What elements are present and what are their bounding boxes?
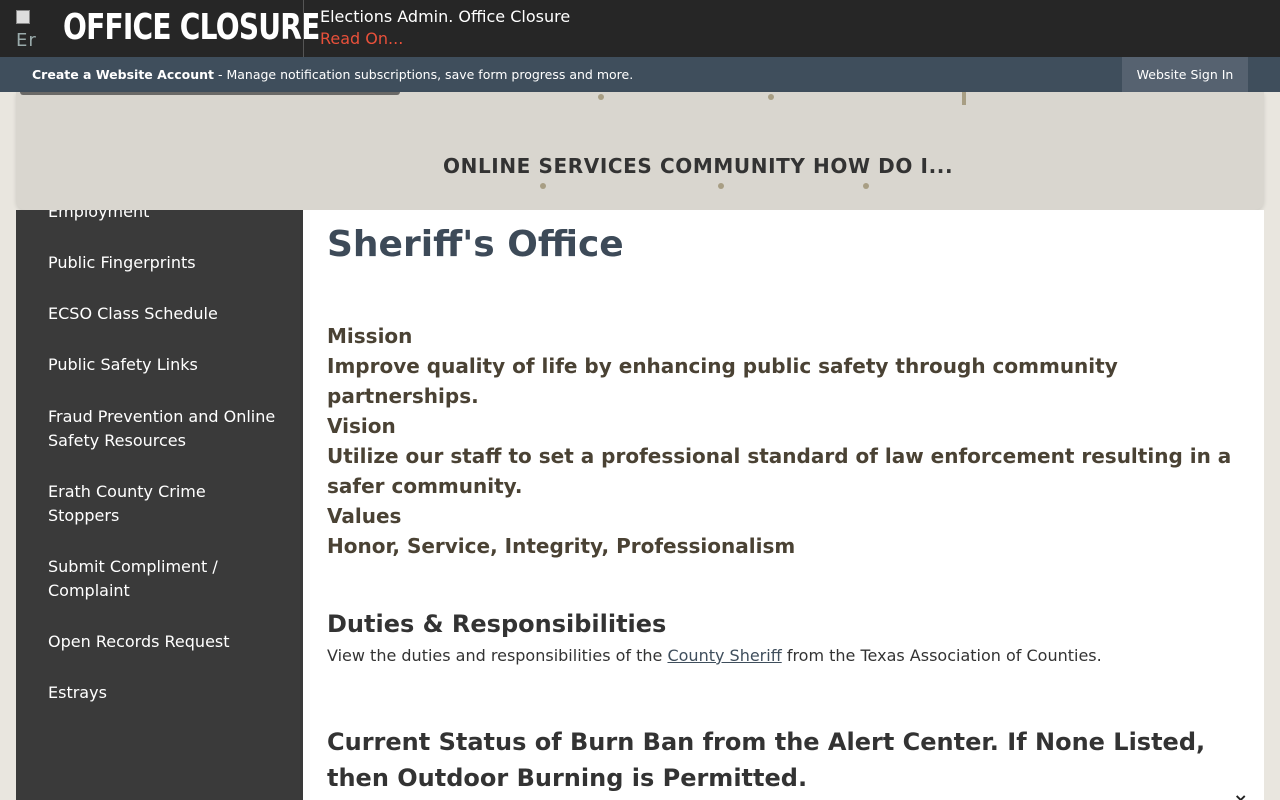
main-nav: ONLINE SERVICES COMMUNITY HOW DO I... [443, 154, 953, 178]
nav-how-do-i[interactable]: HOW DO I... [813, 154, 953, 178]
nav-dot [768, 94, 774, 100]
account-message: Create a Website Account - Manage notifi… [32, 67, 633, 82]
account-description: - Manage notification subscriptions, sav… [214, 67, 634, 82]
alert-heading: OFFICE CLOSURE [63, 7, 320, 48]
page-title: Sheriff's Office [327, 224, 624, 265]
sidebar-item-estrays[interactable]: Estrays [48, 681, 278, 705]
alert-read-on-link[interactable]: Read On... [320, 29, 403, 48]
website-sign-in-button[interactable]: Website Sign In [1122, 57, 1248, 92]
vision-label: Vision [327, 414, 396, 438]
nav-dot [598, 94, 604, 100]
nav-online-services[interactable]: ONLINE SERVICES [443, 154, 652, 178]
sidebar-item-public-safety-links[interactable]: Public Safety Links [48, 353, 278, 377]
mission-vision-values: Mission Improve quality of life by enhan… [327, 321, 1237, 561]
sidebar-nav: Employment Public Fingerprints ECSO Clas… [16, 210, 303, 800]
duties-prefix: View the duties and responsibilities of … [327, 646, 668, 665]
mission-text: Improve quality of life by enhancing pub… [327, 354, 1118, 408]
account-bar: Create a Website Account - Manage notifi… [0, 57, 1280, 92]
duties-paragraph: View the duties and responsibilities of … [327, 646, 1102, 665]
duties-heading: Duties & Responsibilities [327, 610, 667, 638]
sidebar-item-public-fingerprints[interactable]: Public Fingerprints [48, 251, 278, 275]
nav-dot [863, 183, 869, 189]
header-nav-panel [16, 92, 1264, 210]
sidebar-item-compliment-complaint[interactable]: Submit Compliment / Complaint [48, 555, 278, 603]
mission-label: Mission [327, 324, 413, 348]
sidebar-item-open-records[interactable]: Open Records Request [48, 630, 278, 654]
search-bar-edge [20, 92, 400, 95]
values-label: Values [327, 504, 402, 528]
close-icon[interactable]: × [1234, 790, 1247, 800]
create-account-link[interactable]: Create a Website Account [32, 67, 214, 82]
sidebar-item-employment[interactable]: Employment [48, 210, 278, 224]
nav-dot [718, 183, 724, 189]
alert-title: Elections Admin. Office Closure [320, 7, 571, 26]
broken-logo-image: Er [14, 8, 56, 48]
values-text: Honor, Service, Integrity, Professionali… [327, 534, 796, 558]
county-sheriff-link[interactable]: County Sheriff [667, 646, 781, 665]
nav-dot [540, 183, 546, 189]
sidebar-item-ecso-class-schedule[interactable]: ECSO Class Schedule [48, 302, 278, 326]
burn-ban-heading: Current Status of Burn Ban from the Aler… [327, 728, 1206, 792]
logo-alt-text: Er [16, 30, 37, 48]
alert-bar: Er OFFICE CLOSURE Elections Admin. Offic… [0, 0, 1280, 57]
nav-community[interactable]: COMMUNITY [660, 154, 805, 178]
nav-divider [962, 92, 966, 105]
sidebar-item-crime-stoppers[interactable]: Erath County Crime Stoppers [48, 480, 278, 528]
sidebar-item-fraud-prevention[interactable]: Fraud Prevention and Online Safety Resou… [48, 405, 278, 453]
vision-text: Utilize our staff to set a professional … [327, 444, 1232, 498]
alert-divider [303, 0, 304, 57]
main-content: Sheriff's Office Mission Improve quality… [303, 210, 1264, 800]
duties-suffix: from the Texas Association of Counties. [781, 646, 1102, 665]
